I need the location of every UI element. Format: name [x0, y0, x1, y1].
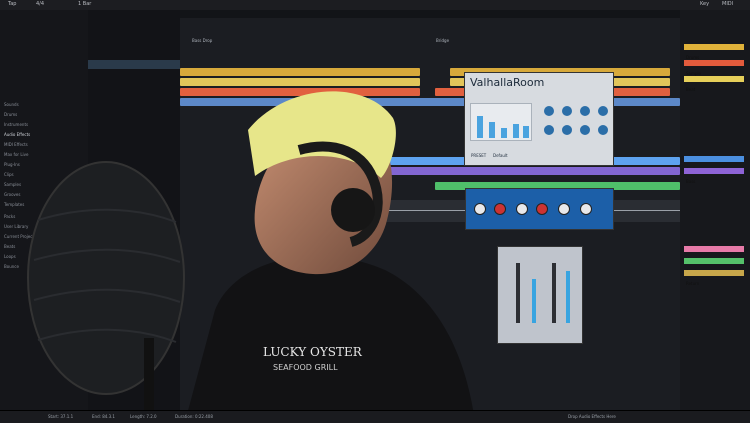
drop-effects-hint: Drop Audio Effects Here — [568, 414, 616, 419]
output-fader[interactable] — [552, 263, 556, 323]
selected-row[interactable] — [88, 60, 180, 69]
eq-knob[interactable] — [516, 203, 528, 215]
mixer-track[interactable]: Synth — [684, 258, 744, 274]
end-readout: End: 84.3.1 — [92, 414, 115, 419]
mixer-track[interactable]: Vocal — [684, 246, 744, 262]
key-map-button[interactable]: Key — [700, 1, 709, 7]
knob[interactable] — [598, 106, 608, 116]
browser-item[interactable]: Templates — [4, 202, 24, 207]
eq-knob[interactable] — [494, 203, 506, 215]
status-bar: Start: 37.1.1 End: 84.3.1 Length: 7.2.0 … — [0, 410, 750, 423]
browser-item[interactable]: Plug-Ins — [4, 162, 20, 167]
place-item[interactable]: Beats — [4, 244, 15, 249]
output-meter — [566, 271, 570, 323]
plugin-title: ValhallaRoom — [470, 76, 545, 89]
knob[interactable] — [562, 125, 572, 135]
locator-label[interactable]: Bridge — [436, 38, 449, 43]
knob[interactable] — [544, 106, 554, 116]
browser-item[interactable]: Audio Effects — [4, 132, 30, 137]
browser-item[interactable]: Drums — [4, 112, 17, 117]
mixer-track[interactable]: Bass — [684, 168, 744, 184]
browser-item[interactable]: Samples — [4, 182, 21, 187]
input-fader[interactable] — [516, 263, 520, 323]
browser-item[interactable]: Grooves — [4, 192, 20, 197]
ear-cup — [331, 188, 375, 232]
mixer-track[interactable]: Beat — [684, 76, 744, 92]
shirt-text: LUCKY OYSTER — [263, 345, 363, 359]
place-item[interactable]: Packs — [4, 214, 15, 219]
knob[interactable] — [580, 125, 590, 135]
duration-readout: Duration: 0:22.408 — [175, 414, 213, 419]
tap-button[interactable]: Tap — [8, 1, 16, 7]
length-readout: Length: 7.2.0 — [130, 414, 157, 419]
eq-plugin[interactable] — [465, 188, 614, 230]
valhallaroom-plugin[interactable]: ValhallaRoom PRESET Default — [464, 72, 614, 166]
place-item[interactable]: Loops — [4, 254, 16, 259]
knob[interactable] — [562, 106, 572, 116]
knob[interactable] — [544, 125, 554, 135]
mixer-track[interactable]: Sample — [684, 60, 744, 76]
eq-knob[interactable] — [580, 203, 592, 215]
browser-item[interactable]: MIDI Effects — [4, 142, 28, 147]
browser-item[interactable]: Sounds — [4, 102, 19, 107]
shirt-subtext: SEAFOOD GRILL — [273, 363, 338, 372]
locator-label[interactable]: Bass Drop — [192, 38, 212, 43]
browser-item[interactable]: Clips — [4, 172, 14, 177]
mixer-track[interactable]: Drums — [684, 44, 744, 60]
eq-knob[interactable] — [474, 203, 486, 215]
start-readout: Start: 37.1.1 — [48, 414, 74, 419]
mic-screen — [27, 161, 185, 422]
session-mixer: Drums Sample Beat Audio Bass Vocal Synth… — [680, 10, 750, 410]
knob[interactable] — [580, 106, 590, 116]
compressor-plugin[interactable] — [497, 246, 583, 344]
browser-item[interactable]: Instruments — [4, 122, 28, 127]
time-signature[interactable]: 4/4 — [36, 1, 44, 7]
quantize-select[interactable]: 1 Bar — [78, 1, 91, 7]
mixer-track[interactable]: Audio — [684, 156, 744, 172]
eq-knob[interactable] — [558, 203, 570, 215]
preset-value[interactable]: Default — [493, 153, 508, 158]
gain-meter — [532, 279, 536, 323]
ruler[interactable] — [180, 10, 680, 18]
mixer-track[interactable]: Return — [684, 270, 744, 286]
t-shirt — [185, 255, 475, 422]
midi-map-button[interactable]: MIDI — [722, 1, 733, 7]
knob-bank[interactable] — [540, 103, 610, 143]
vocalist-photo: LUCKY OYSTER SEAFOOD GRILL — [185, 91, 475, 422]
place-item[interactable]: Bounce — [4, 264, 19, 269]
knob[interactable] — [598, 125, 608, 135]
reverb-graph — [470, 103, 532, 141]
eq-knob[interactable] — [536, 203, 548, 215]
